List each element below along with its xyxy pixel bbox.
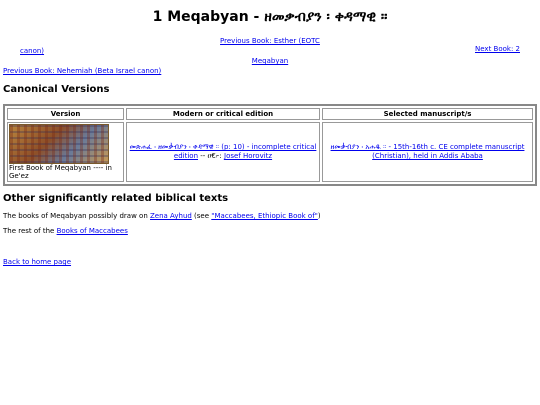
manuscript-cell: ዘመቃብያን ፡ አሐዱ ። - 15th-16th c. CE complet…: [322, 122, 533, 182]
header-edition: Modern or critical edition: [126, 108, 320, 120]
related-texts-heading: Other significantly related biblical tex…: [3, 193, 229, 204]
version-cell: First Book of Meqabyan ---- in Ge'ez: [7, 122, 124, 182]
table-row: First Book of Meqabyan ---- in Ge'ez መጽሐ…: [7, 122, 533, 182]
next-book-link[interactable]: Next Book: 2: [475, 45, 520, 53]
book-navigation: canon) Previous Book: Esther (EOTC Meqab…: [0, 36, 540, 66]
related-line-2: The rest of the Books of Maccabees: [3, 227, 128, 235]
books-of-maccabees-link[interactable]: Books of Maccabees: [57, 227, 128, 235]
header-version: Version: [7, 108, 124, 120]
header-manuscripts: Selected manuscript/s: [322, 108, 533, 120]
version-caption: First Book of Meqabyan ---- in Ge'ez: [9, 164, 112, 180]
edition-separator: -- ዐ€፦:: [198, 152, 225, 160]
versions-table: Version Modern or critical edition Selec…: [3, 104, 537, 186]
nav-center: Previous Book: Esther (EOTC Meqabyan: [210, 36, 330, 66]
related-line-2-text: The rest of the: [3, 227, 57, 235]
zena-ayhud-link[interactable]: Zena Ayhud: [150, 212, 192, 220]
related-line-1-mid: (see: [191, 212, 212, 220]
home-link[interactable]: Back to home page: [3, 258, 71, 266]
meqabyan-link[interactable]: Meqabyan: [210, 56, 330, 66]
edition-cell: መጽሐፈ ፡ ዘመቃብያን ፡ ቀዳማዊ ። (p: 10) - incompl…: [126, 122, 320, 182]
related-line-1: The books of Meqabyan possibly draw on Z…: [3, 212, 321, 220]
prev-book-link[interactable]: Previous Book: Esther (EOTC: [210, 36, 330, 46]
prev-book-link-part2[interactable]: canon): [20, 47, 44, 55]
table-header-row: Version Modern or critical edition Selec…: [7, 108, 533, 120]
manuscript-link[interactable]: ዘመቃብያን ፡ አሐዱ ። - 15th-16th c. CE complet…: [331, 143, 525, 160]
manuscript-image[interactable]: [9, 124, 109, 164]
related-line-1-end: ): [317, 212, 321, 220]
page-title: 1 Meqabyan - ዘመቃብያን ፡ ቀዳማዊ ።: [152, 9, 388, 25]
footer: Back to home page: [3, 258, 71, 266]
maccabees-ethiopic-link[interactable]: "Maccabees, Ethiopic Book of": [211, 212, 318, 220]
author-link[interactable]: Josef Horovitz: [224, 152, 272, 160]
related-line-1-text: The books of Meqabyan possibly draw on: [3, 212, 150, 220]
prev-book-nehemiah-link[interactable]: Previous Book: Nehemiah (Beta Israel can…: [3, 67, 161, 75]
canonical-versions-heading: Canonical Versions: [3, 84, 110, 95]
